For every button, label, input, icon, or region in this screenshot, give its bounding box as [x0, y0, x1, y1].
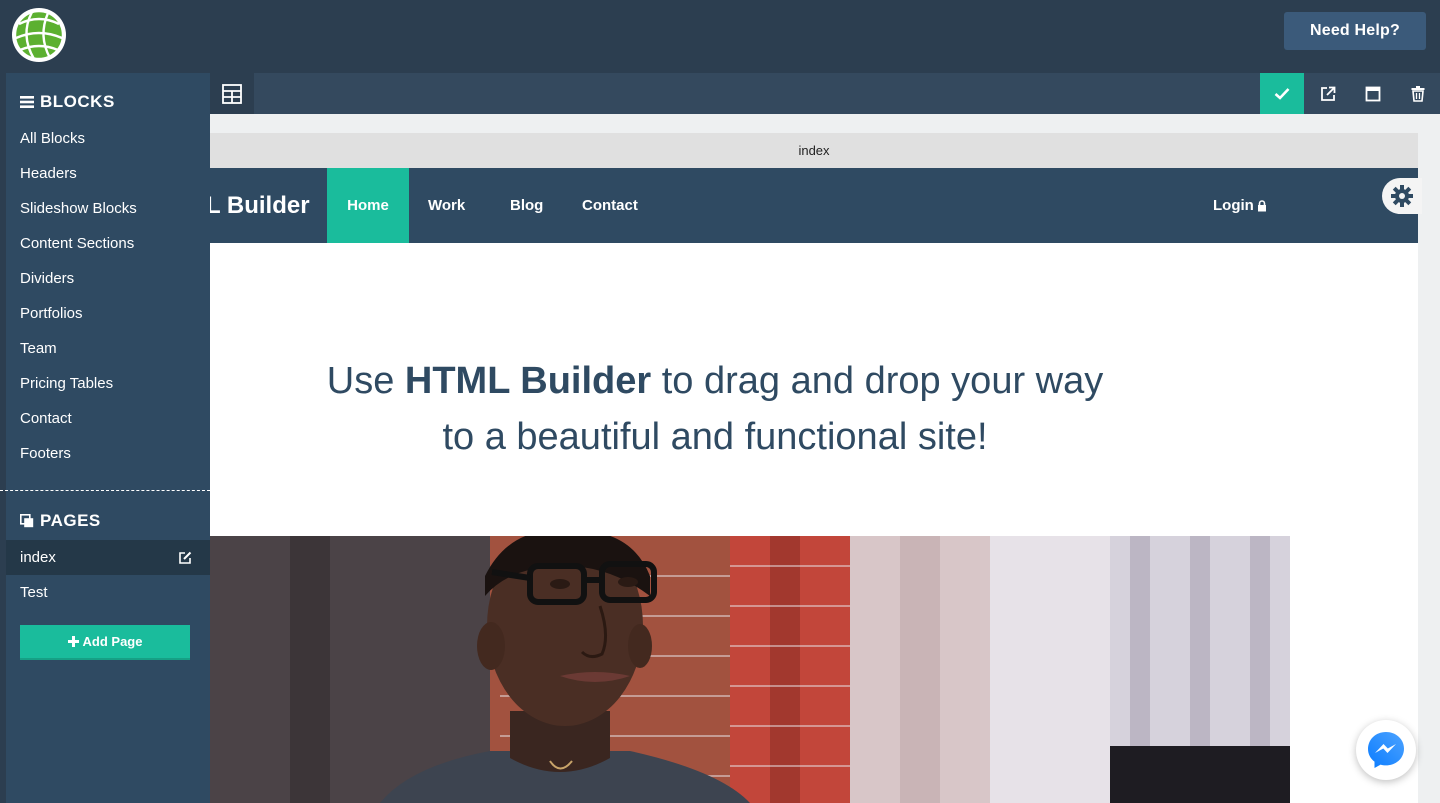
page-item-test[interactable]: Test	[6, 575, 210, 610]
nav-work-link[interactable]: Work	[428, 168, 465, 243]
block-category-content-sections[interactable]: Content Sections	[6, 226, 210, 261]
hero-line-1: Use HTML Builder to drag and drop your w…	[210, 353, 1220, 409]
hero-text-bold: HTML Builder	[404, 360, 652, 402]
window-icon	[1365, 86, 1381, 101]
block-category-contact[interactable]: Contact	[6, 401, 210, 436]
pages-heading: PAGES	[20, 511, 101, 531]
hero-heading[interactable]: Use HTML Builder to drag and drop your w…	[210, 353, 1220, 465]
page-item-index[interactable]: index	[6, 540, 210, 575]
nav-login-label: Login	[1213, 197, 1254, 214]
page-tab[interactable]: index	[210, 133, 1418, 168]
external-link-icon	[1321, 86, 1336, 101]
save-button[interactable]	[1260, 73, 1304, 114]
check-icon	[1274, 88, 1290, 100]
plus-icon	[67, 636, 79, 647]
block-category-all-blocks[interactable]: All Blocks	[6, 121, 210, 156]
canvas-toolbar	[210, 73, 1440, 114]
add-page-button[interactable]: Add Page	[20, 625, 190, 660]
delete-button[interactable]	[1396, 73, 1440, 114]
settings-toggle[interactable]	[1382, 178, 1422, 214]
nav-home-link[interactable]: Home	[327, 168, 409, 243]
site-navbar[interactable]: L Builder Home Work Blog Contact Login	[210, 168, 1418, 243]
hero-text-pre: Use	[326, 360, 405, 402]
block-category-slideshow-blocks[interactable]: Slideshow Blocks	[6, 191, 210, 226]
hero-photo[interactable]	[210, 536, 1290, 803]
need-help-button[interactable]: Need Help?	[1284, 12, 1426, 50]
pages-icon	[20, 514, 34, 528]
block-category-headers[interactable]: Headers	[6, 156, 210, 191]
page-item-label: Test	[20, 584, 48, 601]
pages-list: index Test	[6, 540, 210, 610]
grid-view-button[interactable]	[210, 73, 254, 114]
nav-contact-link[interactable]: Contact	[582, 168, 638, 243]
blocks-heading-label: BLOCKS	[40, 92, 115, 111]
pages-heading-label: PAGES	[40, 511, 101, 530]
menu-icon	[20, 96, 34, 108]
window-button[interactable]	[1351, 73, 1395, 114]
messenger-icon	[1368, 732, 1404, 768]
block-category-footers[interactable]: Footers	[6, 436, 210, 471]
hero-line-2: to a beautiful and functional site!	[442, 416, 988, 458]
grid-icon	[222, 83, 242, 104]
nav-blog-link[interactable]: Blog	[510, 168, 543, 243]
block-category-dividers[interactable]: Dividers	[6, 261, 210, 296]
lock-icon	[1257, 199, 1266, 211]
hero-text-post: to drag and drop your way	[651, 360, 1104, 402]
preview-button[interactable]	[1306, 73, 1350, 114]
top-bar: Need Help?	[0, 0, 1440, 73]
nav-login-link[interactable]: Login	[1213, 168, 1267, 243]
block-category-team[interactable]: Team	[6, 331, 210, 366]
sidebar: BLOCKS All Blocks Headers Slideshow Bloc…	[0, 73, 210, 803]
blocks-list: All Blocks Headers Slideshow Blocks Cont…	[6, 121, 210, 471]
trash-icon	[1411, 85, 1425, 102]
globe-logo-icon[interactable]	[10, 6, 68, 64]
block-category-pricing-tables[interactable]: Pricing Tables	[6, 366, 210, 401]
page-item-label: index	[20, 549, 56, 566]
block-category-portfolios[interactable]: Portfolios	[6, 296, 210, 331]
gear-icon	[1391, 185, 1413, 207]
sidebar-divider	[0, 490, 210, 491]
blocks-heading: BLOCKS	[20, 92, 115, 112]
site-brand[interactable]: L Builder	[210, 168, 310, 243]
edit-icon[interactable]	[178, 551, 192, 565]
messenger-chat-button[interactable]	[1356, 720, 1416, 780]
add-page-label: Add Page	[82, 634, 143, 649]
page-preview-frame: index L Builder Home Work Blog Contact L…	[210, 133, 1418, 803]
canvas-area: index L Builder Home Work Blog Contact L…	[210, 73, 1440, 803]
